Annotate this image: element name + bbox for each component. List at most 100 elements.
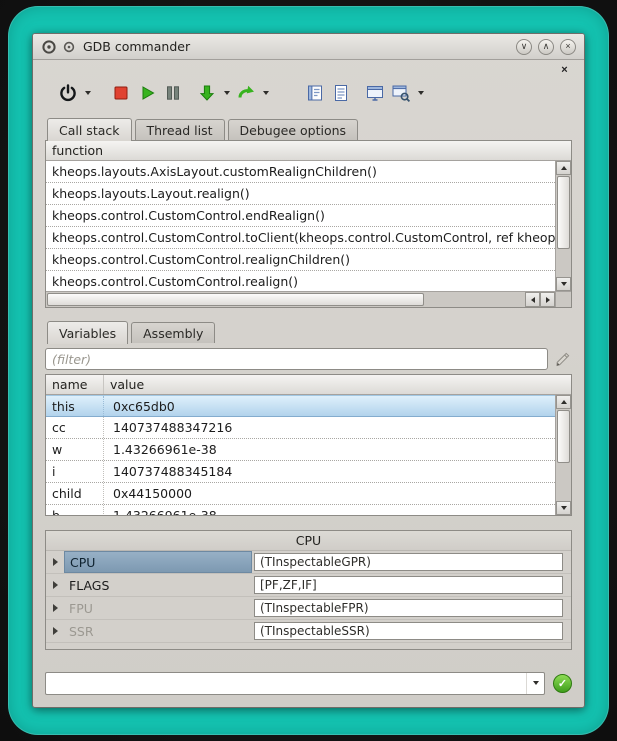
pause-icon xyxy=(164,84,182,102)
book-icon xyxy=(305,83,325,103)
register-group-name[interactable]: FLAGS xyxy=(64,574,252,596)
callstack-row[interactable]: kheops.control.CustomControl.endRealign(… xyxy=(46,205,555,227)
cpu-register-row[interactable]: FLAGS [PF,ZF,IF] xyxy=(46,574,571,597)
variable-row[interactable]: w 1.43266961e-38 xyxy=(46,439,555,461)
arrow-up-icon xyxy=(561,400,567,404)
cpu-register-row[interactable]: CPU (TInspectableGPR) xyxy=(46,551,571,574)
scroll-up-button[interactable] xyxy=(556,161,571,175)
callstack-horizontal-scrollbar[interactable] xyxy=(46,291,555,307)
step-into-button[interactable] xyxy=(194,80,220,106)
variable-row[interactable]: cc 140737488347216 xyxy=(46,417,555,439)
power-dropdown[interactable] xyxy=(81,80,94,106)
variable-value: 140737488345184 xyxy=(104,464,555,479)
tab-debugee-options[interactable]: Debugee options xyxy=(228,119,359,140)
confirm-button[interactable]: ✓ xyxy=(553,674,572,693)
cpu-register-row[interactable]: FPU (TInspectableFPR) xyxy=(46,597,571,620)
tab-assembly[interactable]: Assembly xyxy=(131,322,215,343)
callstack-vertical-scrollbar[interactable] xyxy=(555,161,571,291)
scrollbar-track[interactable] xyxy=(425,292,525,307)
pause-button[interactable] xyxy=(160,80,186,106)
filter-input[interactable] xyxy=(45,348,548,370)
cpu-register-row[interactable]: SSR (TInspectableSSR) xyxy=(46,620,571,643)
check-icon: ✓ xyxy=(558,677,567,690)
step-over-button[interactable] xyxy=(233,80,259,106)
scroll-left-button[interactable] xyxy=(525,292,540,307)
scrollbar-track[interactable] xyxy=(556,464,571,501)
combobox-dropdown-button[interactable] xyxy=(526,673,544,694)
expand-arrow-icon[interactable] xyxy=(46,604,64,612)
chevron-down-icon xyxy=(224,91,230,95)
variable-row[interactable]: child 0x44150000 xyxy=(46,483,555,505)
callstack-panel: function kheops.layouts.AxisLayout.custo… xyxy=(45,140,572,308)
register-group-value[interactable]: (TInspectableFPR) xyxy=(254,599,563,617)
arrow-down-icon xyxy=(561,282,567,286)
expand-arrow-icon[interactable] xyxy=(46,627,64,635)
scroll-down-button[interactable] xyxy=(556,501,571,515)
run-icon xyxy=(138,84,156,102)
stop-icon xyxy=(112,84,130,102)
column-value[interactable]: value xyxy=(104,375,571,394)
variables-vertical-scrollbar[interactable] xyxy=(555,395,571,515)
step-into-dropdown[interactable] xyxy=(220,80,233,106)
scroll-down-button[interactable] xyxy=(556,277,571,291)
callstack-row[interactable]: kheops.control.CustomControl.realignChil… xyxy=(46,249,555,271)
scrollbar-thumb[interactable] xyxy=(557,176,570,249)
dock-close-button[interactable]: × xyxy=(557,62,572,77)
minimize-button[interactable]: ∨ xyxy=(516,39,532,55)
tab-thread-list[interactable]: Thread list xyxy=(135,119,225,140)
variable-row[interactable]: this 0xc65db0 xyxy=(46,395,555,417)
monitor-button[interactable] xyxy=(362,80,388,106)
window-body: × xyxy=(33,60,584,707)
filter-row xyxy=(45,348,572,370)
register-group-value[interactable]: (TInspectableGPR) xyxy=(254,553,563,571)
command-combobox[interactable] xyxy=(45,672,545,695)
document-button[interactable] xyxy=(328,80,354,106)
scrollbar-thumb[interactable] xyxy=(47,293,424,306)
scroll-up-button[interactable] xyxy=(556,395,571,409)
callstack-function: kheops.control.CustomControl.realignChil… xyxy=(52,252,350,267)
register-group-value[interactable]: (TInspectableSSR) xyxy=(254,622,563,640)
register-group-value[interactable]: [PF,ZF,IF] xyxy=(254,576,563,594)
scroll-right-button[interactable] xyxy=(540,292,555,307)
register-group-name[interactable]: SSR xyxy=(64,620,252,642)
stop-button[interactable] xyxy=(108,80,134,106)
monitor-search-dropdown[interactable] xyxy=(414,80,427,106)
chevron-down-icon xyxy=(533,681,539,685)
close-button[interactable]: × xyxy=(560,39,576,55)
callstack-function: kheops.control.CustomControl.endRealign(… xyxy=(52,208,325,223)
dock-close-icon: × xyxy=(561,64,567,76)
variable-name: i xyxy=(46,461,104,482)
column-name[interactable]: name xyxy=(46,375,104,394)
power-icon xyxy=(58,83,78,103)
callstack-row[interactable]: kheops.control.CustomControl.realign() xyxy=(46,271,555,291)
minimize-icon: ∨ xyxy=(521,42,528,51)
monitor-search-button[interactable] xyxy=(388,80,414,106)
variable-value: 140737488347216 xyxy=(104,420,555,435)
book-button[interactable] xyxy=(302,80,328,106)
step-over-dropdown[interactable] xyxy=(259,80,272,106)
titlebar[interactable]: GDB commander ∨ ∧ × xyxy=(33,34,584,60)
register-group-name[interactable]: FPU xyxy=(64,597,252,619)
callstack-tabbar: Call stack Thread list Debugee options xyxy=(45,117,572,140)
tab-call-stack[interactable]: Call stack xyxy=(47,118,132,141)
tab-variables[interactable]: Variables xyxy=(47,321,128,344)
column-function[interactable]: function xyxy=(46,141,571,160)
expand-arrow-icon[interactable] xyxy=(46,558,64,566)
scrollbar-track[interactable] xyxy=(556,250,571,277)
command-input[interactable] xyxy=(46,673,526,694)
callstack-row[interactable]: kheops.layouts.Layout.realign() xyxy=(46,183,555,205)
chevron-down-icon xyxy=(263,91,269,95)
callstack-row[interactable]: kheops.layouts.AxisLayout.customRealignC… xyxy=(46,161,555,183)
maximize-button[interactable]: ∧ xyxy=(538,39,554,55)
scrollbar-thumb[interactable] xyxy=(557,410,570,463)
callstack-row[interactable]: kheops.control.CustomControl.toClient(kh… xyxy=(46,227,555,249)
power-button[interactable] xyxy=(55,80,81,106)
variable-row[interactable]: b 1.43266961e-38 xyxy=(46,505,555,515)
variable-row[interactable]: i 140737488345184 xyxy=(46,461,555,483)
run-button[interactable] xyxy=(134,80,160,106)
callstack-function: kheops.control.CustomControl.realign() xyxy=(52,274,298,289)
expand-arrow-icon[interactable] xyxy=(46,581,64,589)
desktop-background: GDB commander ∨ ∧ × × xyxy=(0,0,617,741)
register-group-name[interactable]: CPU xyxy=(64,551,252,573)
clear-filter-icon[interactable] xyxy=(554,350,572,368)
